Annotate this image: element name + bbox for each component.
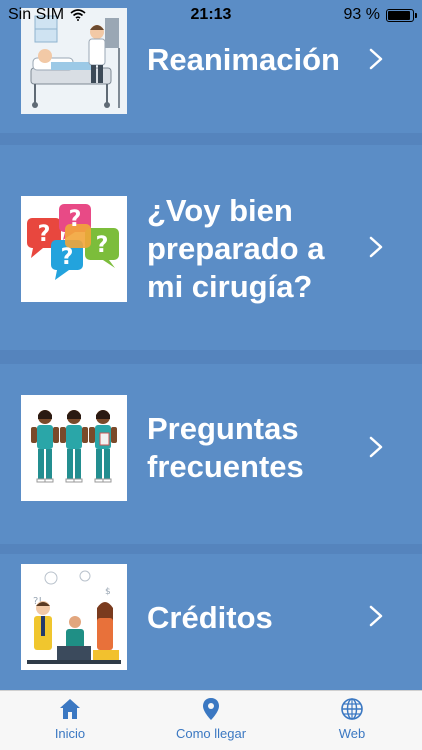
- tab-web[interactable]: Web: [282, 691, 422, 750]
- menu-item-label: Créditos: [147, 600, 273, 635]
- menu-item-label: Reanimación: [147, 42, 340, 77]
- row-separator: [0, 544, 422, 554]
- row-separator: [0, 133, 422, 145]
- svg-text:?: ?: [96, 233, 109, 258]
- chevron-right-icon: [369, 436, 383, 458]
- tab-como-llegar[interactable]: Como llegar: [141, 691, 281, 750]
- chevron-right-icon: [369, 236, 383, 258]
- menu-item-label: Preguntas frecuentes: [147, 411, 304, 484]
- menu-item-creditos[interactable]: ?! $ Créditos: [0, 554, 422, 690]
- svg-text:$: $: [105, 587, 111, 597]
- battery-percent: 93 %: [343, 6, 380, 23]
- row-separator: [0, 350, 422, 364]
- question-bubbles-illustration: ? ? ? ?: [21, 196, 127, 302]
- nurses-illustration: [21, 395, 127, 501]
- tab-label: Como llegar: [175, 726, 247, 741]
- location-pin-icon: [203, 698, 219, 720]
- chevron-right-icon: [369, 48, 383, 70]
- menu-list: Reanimación ? ? ? ? ¿Voy bien preparado …: [0, 0, 422, 690]
- menu-item-preguntas-frecuentes[interactable]: Preguntas frecuentes: [0, 364, 422, 544]
- chevron-right-icon: [369, 605, 383, 627]
- tab-label: Web: [338, 726, 366, 741]
- battery-level: [388, 10, 411, 20]
- status-bar: Sin SIM 21:13 93 %: [0, 0, 422, 30]
- svg-text:?: ?: [69, 207, 82, 232]
- menu-item-label: ¿Voy bien preparado a mi cirugía?: [147, 193, 325, 304]
- menu-item-preparado-cirugia[interactable]: ? ? ? ? ¿Voy bien preparado a mi cirugía…: [0, 145, 422, 350]
- tab-label: Inicio: [54, 726, 86, 741]
- home-icon: [60, 699, 80, 719]
- battery-icon: [386, 8, 417, 22]
- globe-icon: [341, 698, 363, 720]
- svg-text:?: ?: [38, 222, 51, 247]
- team-illustration: ?! $: [21, 564, 127, 670]
- tab-inicio[interactable]: Inicio: [0, 691, 140, 750]
- svg-text:?: ?: [61, 245, 74, 270]
- tab-bar: Inicio Como llegar Web: [0, 690, 422, 750]
